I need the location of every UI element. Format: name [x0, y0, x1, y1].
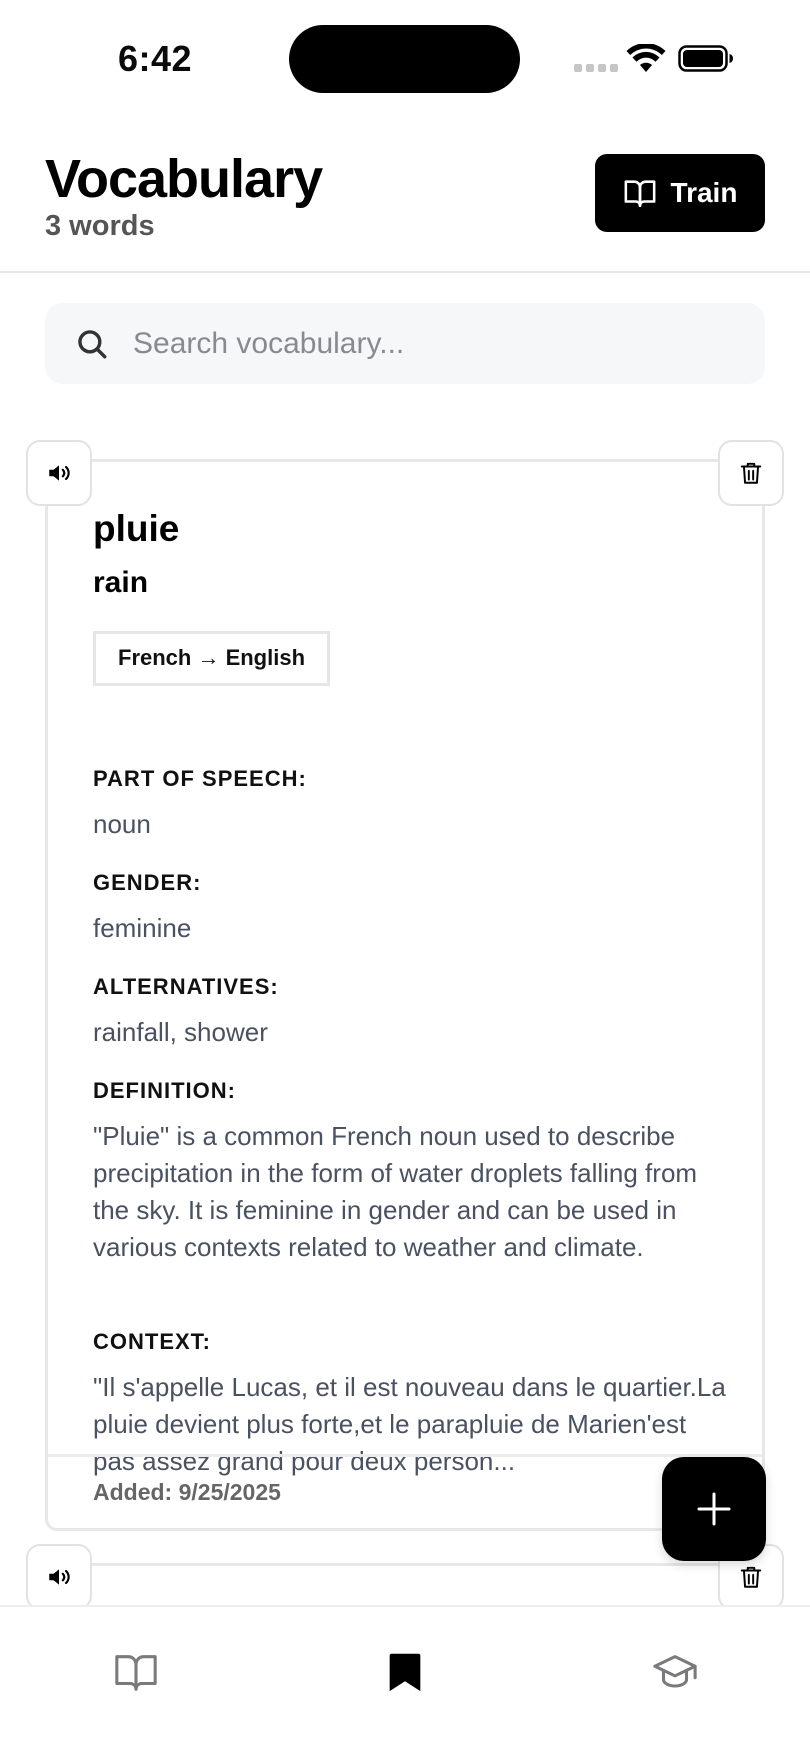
train-label: Train	[670, 177, 738, 208]
alternatives-field: ALTERNATIVES: rainfall, shower	[93, 974, 733, 1051]
speaker-icon	[49, 1569, 70, 1585]
status-bar: 6:42	[0, 0, 810, 118]
added-date: Added: 9/25/2025	[93, 1479, 281, 1505]
card-footer: Added: 9/25/2025	[48, 1454, 762, 1528]
tab-learn[interactable]	[650, 1647, 700, 1697]
add-word-button[interactable]	[662, 1457, 766, 1561]
pronounce-button[interactable]	[26, 440, 92, 506]
battery-icon	[678, 45, 733, 72]
graduation-cap-icon	[653, 1655, 697, 1688]
card-translation: rain	[93, 566, 149, 599]
part-of-speech-field: PART OF SPEECH: noun	[93, 766, 733, 843]
cellular-signal-icon	[574, 64, 618, 72]
speaker-icon	[49, 465, 70, 481]
search-bar	[45, 303, 765, 384]
bookmark-icon	[389, 1653, 421, 1692]
part-of-speech-label: PART OF SPEECH:	[93, 766, 307, 791]
trash-icon	[740, 1566, 762, 1588]
language-pair-badge: French → English	[93, 631, 331, 686]
alternatives-value: rainfall, shower	[93, 1017, 268, 1047]
definition-label: DEFINITION:	[93, 1078, 236, 1103]
bottom-tab-bar	[0, 1605, 810, 1760]
page-title: Vocabulary	[45, 149, 323, 209]
gender-field: GENDER: feminine	[93, 870, 733, 947]
card-term: pluie	[93, 508, 180, 549]
wifi-icon	[626, 44, 666, 72]
definition-field: DEFINITION: "Pluie" is a common French n…	[93, 1078, 733, 1266]
page-header: Vocabulary 3 words Train	[0, 118, 810, 273]
vocabulary-card[interactable]: pluie rain French → English PART OF SPEE…	[45, 459, 765, 1531]
tab-library[interactable]	[111, 1647, 161, 1697]
plus-icon	[697, 1492, 731, 1526]
search-icon	[78, 330, 107, 359]
book-open-icon	[624, 180, 655, 208]
search-input[interactable]	[133, 303, 743, 384]
gender-label: GENDER:	[93, 870, 202, 895]
dynamic-island	[289, 25, 520, 93]
status-time: 6:42	[118, 38, 193, 79]
context-label: CONTEXT:	[93, 1329, 211, 1354]
part-of-speech-value: noun	[93, 809, 151, 839]
tab-vocabulary[interactable]	[380, 1647, 430, 1697]
train-button[interactable]: Train	[595, 154, 765, 232]
delete-button[interactable]	[718, 440, 784, 506]
book-open-icon	[115, 1655, 157, 1691]
pronounce-button[interactable]	[26, 1544, 92, 1610]
card-body: pluie rain French → English PART OF SPEE…	[93, 508, 733, 1476]
word-count: 3 words	[45, 210, 155, 242]
alternatives-label: ALTERNATIVES:	[93, 974, 279, 999]
definition-value: "Pluie" is a common French noun used to …	[93, 1121, 698, 1262]
trash-icon	[740, 462, 762, 484]
gender-value: feminine	[93, 913, 192, 943]
